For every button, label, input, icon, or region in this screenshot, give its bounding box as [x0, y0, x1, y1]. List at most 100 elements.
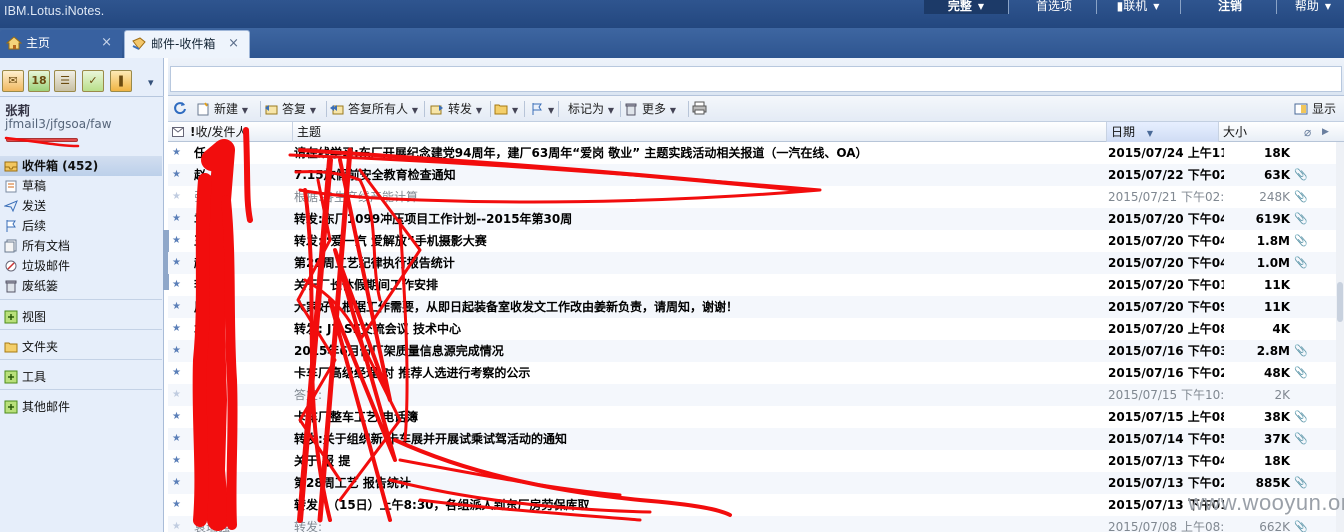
table-row[interactable]: ★ 袁 强 转发:东厂1099冲压项目工作计划--2015年第30周 2015/07/…	[168, 208, 1338, 230]
star-icon[interactable]: ★	[172, 494, 184, 516]
online-button[interactable]: ▮联机 ▼	[1104, 0, 1172, 14]
star-icon[interactable]: ★	[172, 296, 184, 318]
divider	[0, 299, 162, 300]
star-icon[interactable]: ★	[172, 340, 184, 362]
new-label: 新建	[214, 102, 239, 116]
scroll-thumb[interactable]	[1337, 282, 1343, 322]
section-tools[interactable]: 工具	[0, 367, 162, 387]
star-icon[interactable]: ★	[172, 384, 184, 406]
table-row[interactable]: ★ 卡车厂整车工艺 电话簿 2015/07/15 上午08:1 38K 📎	[168, 406, 1338, 428]
full-mode-button[interactable]: 完整 ▼	[924, 0, 1008, 14]
column-date-label: 日期	[1111, 125, 1136, 139]
row-size: 11K	[1264, 278, 1290, 292]
close-icon[interactable]: ×	[101, 30, 112, 56]
star-icon[interactable]: ★	[172, 472, 184, 494]
preferences-link[interactable]: 首选项	[1018, 0, 1090, 14]
caret-down-icon: ▼	[309, 106, 316, 115]
folder-inbox[interactable]: 收件箱 (452)	[0, 156, 162, 176]
notebook-icon[interactable]: ❚	[110, 70, 132, 92]
show-button[interactable]: 显示	[1294, 100, 1344, 118]
help-button[interactable]: 帮助 ▼	[1282, 0, 1344, 14]
refresh-icon[interactable]	[173, 101, 187, 115]
folder-trash[interactable]: 废纸篓	[0, 276, 162, 296]
search-area[interactable]	[170, 66, 1342, 92]
column-from[interactable]: !收/发件人	[190, 122, 294, 142]
star-icon[interactable]: ★	[172, 230, 184, 252]
reply-all-button[interactable]: 答复所有人 ▼	[330, 100, 426, 118]
table-row[interactable]: ★第28周工艺 报告统计2015/07/13 下午02:2885K📎	[168, 472, 1338, 494]
folder-sent[interactable]: 发送	[0, 196, 162, 216]
row-subject: 大家好，根据工作需要，从即日起装备室收发文工作改由姜新负责，请周知，谢谢！	[294, 300, 739, 314]
mark-as-button[interactable]: 标记为 ▼	[566, 100, 622, 118]
section-folders[interactable]: 文件夹	[0, 337, 162, 357]
column-size[interactable]: 大小	[1218, 122, 1302, 142]
section-views-label: 视图	[22, 310, 47, 324]
column-from-label: 收/发件人	[195, 125, 248, 139]
star-icon[interactable]: ★	[172, 450, 184, 472]
reply-icon	[265, 105, 278, 115]
table-row[interactable]: ★ 任 艳 请在线学习:东厂开展纪念建党94周年，建厂63周年“爱岗 敬业” 主题实…	[168, 142, 1338, 164]
section-views[interactable]: 视图	[0, 307, 162, 327]
star-icon[interactable]: ★	[172, 406, 184, 428]
column-date[interactable]: 日期 ▼	[1106, 122, 1218, 142]
mail-app-icon[interactable]: ✉	[2, 70, 24, 92]
reply-button[interactable]: 答复 ▼	[264, 100, 322, 118]
new-button[interactable]: 新建 ▼	[196, 100, 256, 118]
folder-followup[interactable]: 后续	[0, 216, 162, 236]
todo-icon[interactable]: ✓	[82, 70, 104, 92]
calendar-icon[interactable]: 18	[28, 70, 50, 92]
table-row[interactable]: ★ 袁瑞强 转发: 2015/07/08 上午08:5 662K 📎	[168, 516, 1338, 532]
folder-drafts[interactable]: 草稿	[0, 176, 162, 196]
folder-junk[interactable]: 垃圾邮件	[0, 256, 162, 276]
move-to-folder-button[interactable]: ▼	[494, 100, 522, 118]
more-button[interactable]: 更多 ▼	[624, 100, 690, 118]
star-icon[interactable]: ★	[172, 516, 184, 532]
watermark: www.wooyun.org	[1188, 490, 1344, 515]
star-icon[interactable]: ★	[172, 164, 184, 186]
flag-icon	[532, 103, 542, 115]
folder-all-docs[interactable]: 所有文档	[0, 236, 162, 256]
table-row[interactable]: ★ 关于 报 提 2015/07/13 下午04:1 18K	[168, 450, 1338, 472]
star-icon[interactable]: ★	[172, 318, 184, 340]
table-row[interactable]: ★ 答复: 2015/07/15 下午10:2 2K	[168, 384, 1338, 406]
flag-button[interactable]: ▼	[530, 100, 556, 118]
vertical-scrollbar[interactable]	[1336, 142, 1344, 532]
star-icon[interactable]: ★	[172, 362, 184, 384]
table-row[interactable]: ★ 袁 强 转发: J7 SE交流会议 技术中心 2015/07/20 上午08:0 4…	[168, 318, 1338, 340]
column-subject[interactable]: 主题	[292, 122, 1106, 142]
tab-inbox[interactable]: 邮件-收件箱 ×	[124, 30, 250, 58]
caret-down-icon: ▼	[475, 106, 482, 115]
star-icon[interactable]: ★	[172, 252, 184, 274]
row-subject: 根据:各生产线产能计算	[294, 190, 419, 204]
table-row[interactable]: ★ 王 岩 卡车厂高级经理 对 推荐人选进行考察的公示 2015/07/16 下午02…	[168, 362, 1338, 384]
contacts-icon[interactable]: ☰	[54, 70, 76, 92]
table-row[interactable]: ★ 周 海 大家好，根据工作需要，从即日起装备室收发文工作改由姜新负责，请周知，谢谢…	[168, 296, 1338, 318]
table-row[interactable]: ★ 李 旺 关于厂长休假期间工作安排 2015/07/20 下午01:5 11K	[168, 274, 1338, 296]
star-icon[interactable]: ★	[172, 186, 184, 208]
row-date: 2015/07/20 下午04:5	[1108, 212, 1224, 226]
chevron-down-icon[interactable]: ▾	[148, 76, 154, 89]
close-icon[interactable]: ×	[228, 31, 239, 57]
table-row[interactable]: ★ 袁 强转发: （15日）上午8:30，各组派人到东厂房劳保库取 2015/07/…	[168, 494, 1338, 516]
star-icon[interactable]: ★	[172, 274, 184, 296]
star-icon[interactable]: ★	[172, 428, 184, 450]
star-icon[interactable]: ★	[172, 142, 184, 164]
caret-down-icon: ▼	[1153, 2, 1160, 11]
row-size: 18K	[1264, 146, 1290, 160]
table-row[interactable]: ★ 王 军 转发:“爱一汽 爱解放”手机摄影大赛 2015/07/20 下午04:4 1…	[168, 230, 1338, 252]
logout-link[interactable]: 注销	[1192, 0, 1268, 14]
table-row[interactable]: ★ 张 强 根据:各生产线产能计算 2015/07/21 下午02:5 248K 📎	[168, 186, 1338, 208]
table-row[interactable]: ★ 赵 英 第29周工艺纪律执行报告统计 2015/07/20 下午04:2 1.0M 📎	[168, 252, 1338, 274]
section-other-mail[interactable]: 其他邮件	[0, 397, 162, 417]
table-row[interactable]: ★ 周 海 2015年6月份厂架质量信息源完成情况 2015/07/16 下午03:2…	[168, 340, 1338, 362]
caret-down-icon: ▼	[512, 106, 519, 115]
print-icon[interactable]	[692, 101, 707, 115]
forward-button[interactable]: 转发 ▼	[430, 100, 488, 118]
expand-icon	[4, 370, 18, 384]
caret-down-icon: ▼	[977, 2, 985, 11]
table-row[interactable]: ★ 转发:关于组织新 卡车展并开展试乘试驾活动的通知 2015/07/14 下午05…	[168, 428, 1338, 450]
tab-home[interactable]: 主页 ×	[0, 30, 122, 58]
row-sender: 任 艳	[194, 146, 223, 160]
table-row[interactable]: ★ 赵 英 7.15放假前安全教育检查通知 2015/07/22 下午02:0 63K 📎	[168, 164, 1338, 186]
star-icon[interactable]: ★	[172, 208, 184, 230]
